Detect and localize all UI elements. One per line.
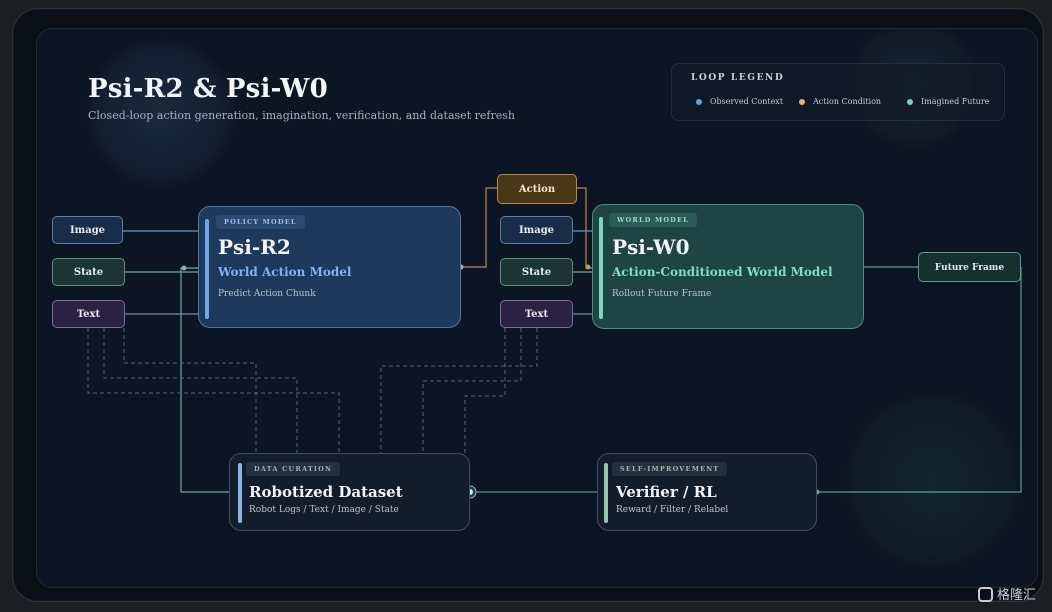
legend-title: LOOP LEGEND (691, 73, 785, 83)
future-frame-node: Future Frame (918, 252, 1021, 282)
background-glow (843, 393, 1023, 569)
card-description: Robot Logs / Text / Image / State (249, 505, 399, 515)
accent-bar (238, 463, 242, 523)
card-title: Psi-R2 (218, 235, 291, 259)
dataset-card: DATA CURATION Robotized Dataset Robot Lo… (229, 453, 470, 531)
card-tag: SELF-IMPROVEMENT (612, 462, 728, 476)
legend-item-observed: Observed Context (696, 97, 783, 106)
card-description: Predict Action Chunk (218, 289, 316, 299)
card-tag: POLICY MODEL (216, 215, 305, 229)
input-state-right: State (500, 258, 573, 286)
card-title: Psi-W0 (612, 235, 690, 259)
input-image-right: Image (500, 216, 573, 244)
page-title: Psi-R2 & Psi-W0 (88, 74, 328, 104)
card-description: Rollout Future Frame (612, 289, 712, 299)
accent-bar (205, 219, 209, 319)
legend-dot-icon (696, 99, 702, 105)
accent-bar (604, 463, 608, 523)
card-subtitle: Action-Conditioned World Model (612, 265, 833, 279)
loop-legend: LOOP LEGEND Observed Context Action Cond… (671, 63, 1005, 121)
legend-dot-icon (799, 99, 805, 105)
legend-item-label: Imagined Future (921, 97, 990, 106)
legend-item-imagined: Imagined Future (907, 97, 989, 106)
input-text-left: Text (52, 300, 125, 328)
accent-bar (599, 217, 603, 319)
page-subtitle: Closed-loop action generation, imaginati… (88, 109, 515, 122)
card-title: Robotized Dataset (249, 483, 403, 501)
watermark: 格隆汇 (978, 584, 1036, 603)
card-title: Verifier / RL (616, 483, 717, 501)
legend-item-action: Action Condition (799, 97, 881, 106)
card-subtitle: World Action Model (218, 265, 352, 279)
legend-item-label: Observed Context (710, 97, 784, 106)
policy-model-card: POLICY MODEL Psi-R2 World Action Model P… (198, 206, 461, 328)
action-node: Action (497, 174, 577, 204)
card-description: Reward / Filter / Relabel (616, 505, 729, 515)
input-image-left: Image (52, 216, 123, 244)
watermark-text: 格隆汇 (997, 588, 1037, 603)
input-state-left: State (52, 258, 125, 286)
input-text-right: Text (500, 300, 573, 328)
card-tag: DATA CURATION (246, 462, 341, 476)
legend-dot-icon (907, 99, 913, 105)
verifier-card: SELF-IMPROVEMENT Verifier / RL Reward / … (597, 453, 817, 531)
watermark-logo-icon (978, 587, 993, 602)
card-tag: WORLD MODEL (609, 213, 698, 227)
world-model-card: WORLD MODEL Psi-W0 Action-Conditioned Wo… (592, 204, 864, 329)
legend-item-label: Action Condition (813, 97, 882, 106)
